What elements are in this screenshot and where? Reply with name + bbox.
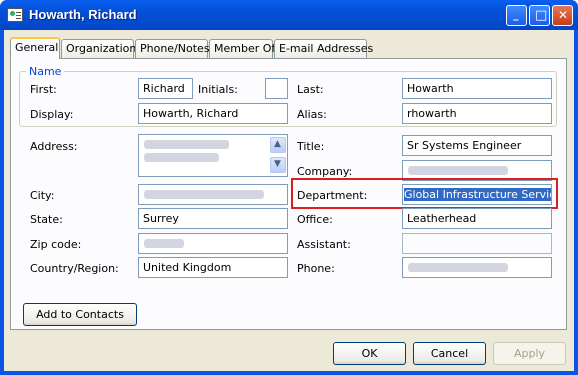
cancel-button[interactable]: Cancel (413, 342, 486, 365)
close-button[interactable]: ✕ (552, 5, 573, 26)
first-name-label: First: (30, 83, 57, 96)
country-region-label: Country/Region: (30, 262, 119, 275)
department-field[interactable]: Global Infrastructure Service (402, 184, 552, 205)
state-field[interactable]: Surrey (138, 208, 288, 229)
department-label: Department: (297, 189, 368, 202)
zip-code-field[interactable] (138, 233, 288, 254)
state-label: State: (30, 213, 63, 226)
ok-button[interactable]: OK (333, 342, 406, 365)
city-field[interactable] (138, 184, 288, 205)
tab-phone-notes[interactable]: Phone/Notes (135, 39, 210, 58)
tab-email-addresses[interactable]: E-mail Addresses (274, 39, 373, 58)
city-label: City: (30, 189, 55, 202)
title-bar[interactable]: Howarth, Richard _ □ ✕ (0, 0, 578, 30)
office-field[interactable]: Leatherhead (402, 208, 552, 229)
dialog-body: General Organization Phone/Notes Member … (4, 30, 574, 371)
address-label: Address: (30, 140, 78, 153)
maximize-button[interactable]: □ (529, 5, 550, 26)
initials-field[interactable] (265, 78, 288, 99)
tab-organization[interactable]: Organization (61, 39, 136, 58)
contact-card-icon (7, 8, 23, 22)
redacted-text (144, 140, 229, 149)
minimize-icon: _ (513, 8, 519, 21)
window-title: Howarth, Richard (29, 7, 137, 22)
add-to-contacts-button[interactable]: Add to Contacts (23, 303, 137, 326)
title-field[interactable]: Sr Systems Engineer (402, 135, 552, 156)
country-region-field[interactable]: United Kingdom (138, 257, 288, 278)
maximize-icon: □ (535, 8, 548, 23)
title-label: Title: (297, 140, 325, 153)
phone-field[interactable] (402, 257, 552, 278)
apply-button[interactable]: Apply (493, 342, 566, 365)
alias-field[interactable]: rhowarth (402, 103, 552, 124)
redacted-text (144, 190, 264, 199)
scroll-down-icon[interactable]: ▼ (270, 157, 286, 173)
scroll-up-icon[interactable]: ▲ (270, 137, 286, 153)
redacted-text (408, 263, 508, 272)
redacted-text (144, 153, 219, 162)
tab-general[interactable]: General (10, 37, 60, 59)
close-icon: ✕ (558, 8, 569, 22)
office-label: Office: (297, 213, 333, 226)
display-name-field[interactable]: Howarth, Richard (138, 103, 288, 124)
phone-label: Phone: (297, 262, 335, 275)
minimize-button[interactable]: _ (506, 5, 527, 26)
last-name-field[interactable]: Howarth (402, 78, 552, 99)
company-label: Company: (297, 165, 353, 178)
last-name-label: Last: (297, 83, 324, 96)
tab-member-of[interactable]: Member Of (209, 39, 275, 58)
zip-code-label: Zip code: (30, 238, 82, 251)
alias-label: Alias: (297, 108, 327, 121)
redacted-text (408, 166, 508, 175)
assistant-field[interactable] (402, 233, 552, 254)
address-textarea[interactable]: ▲ ▼ (138, 134, 288, 177)
dialog-window: Howarth, Richard _ □ ✕ General Organizat… (0, 0, 578, 375)
display-name-label: Display: (30, 108, 74, 121)
name-group-label: Name (26, 65, 65, 78)
assistant-label: Assistant: (297, 238, 351, 251)
first-name-field[interactable]: Richard (138, 78, 193, 99)
department-selected-text: Global Infrastructure Service (404, 188, 551, 201)
redacted-text (144, 239, 184, 248)
initials-label: Initials: (198, 83, 238, 96)
